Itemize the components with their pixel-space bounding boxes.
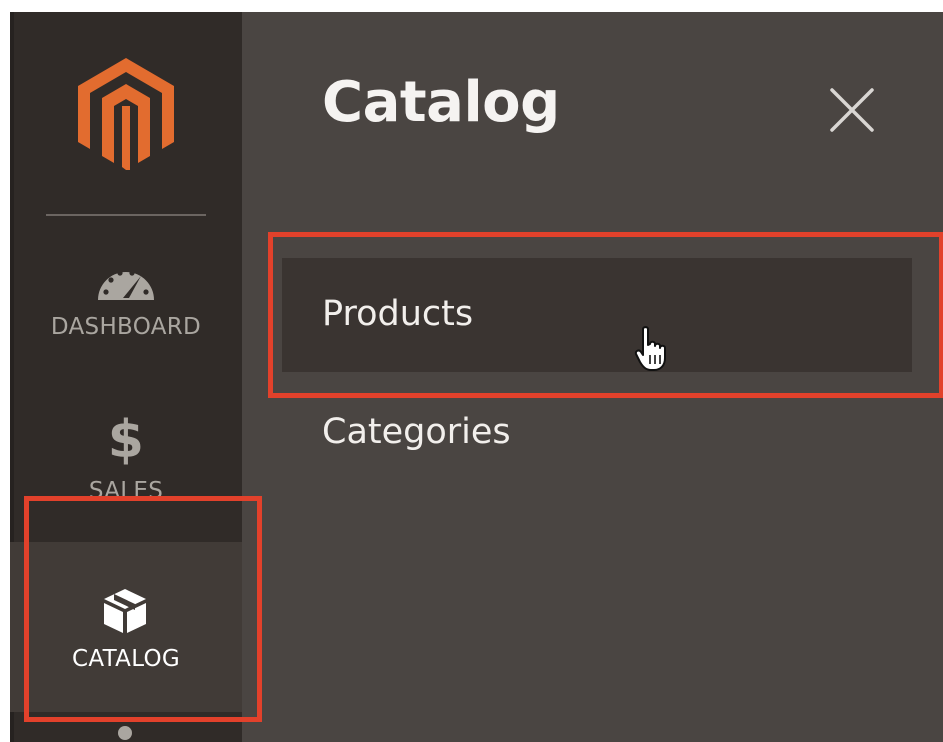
menu-item-products[interactable]: Products [282, 258, 912, 372]
sidebar-item-label: SALES [88, 478, 164, 504]
sidebar-item-catalog[interactable]: CATALOG [10, 542, 242, 712]
close-button[interactable] [826, 84, 878, 136]
admin-sidebar: DASHBOARD $ SALES CATALOG [10, 12, 242, 742]
magento-logo-icon[interactable] [78, 58, 174, 170]
panel-title: Catalog [322, 70, 560, 135]
sidebar-next-item-icon[interactable] [118, 726, 132, 740]
box-icon [100, 586, 150, 642]
hand-pointer-icon [634, 325, 672, 377]
menu-item-categories[interactable]: Categories [322, 412, 511, 452]
dollar-icon: $ [107, 410, 145, 470]
sidebar-item-sales[interactable]: $ SALES [10, 402, 242, 542]
magento-logo-graphic [78, 58, 174, 170]
menu-item-label: Products [322, 294, 474, 334]
close-icon [830, 88, 874, 132]
sidebar-divider [46, 214, 206, 216]
admin-window: DASHBOARD $ SALES CATALOG Catalog Produc… [0, 0, 943, 742]
sidebar-item-label: DASHBOARD [50, 314, 202, 340]
catalog-flyout-panel: Catalog Products Categories [242, 12, 943, 742]
sidebar-item-dashboard[interactable]: DASHBOARD [10, 252, 242, 362]
speedometer-icon [96, 260, 156, 310]
sidebar-item-label: CATALOG [71, 646, 181, 672]
